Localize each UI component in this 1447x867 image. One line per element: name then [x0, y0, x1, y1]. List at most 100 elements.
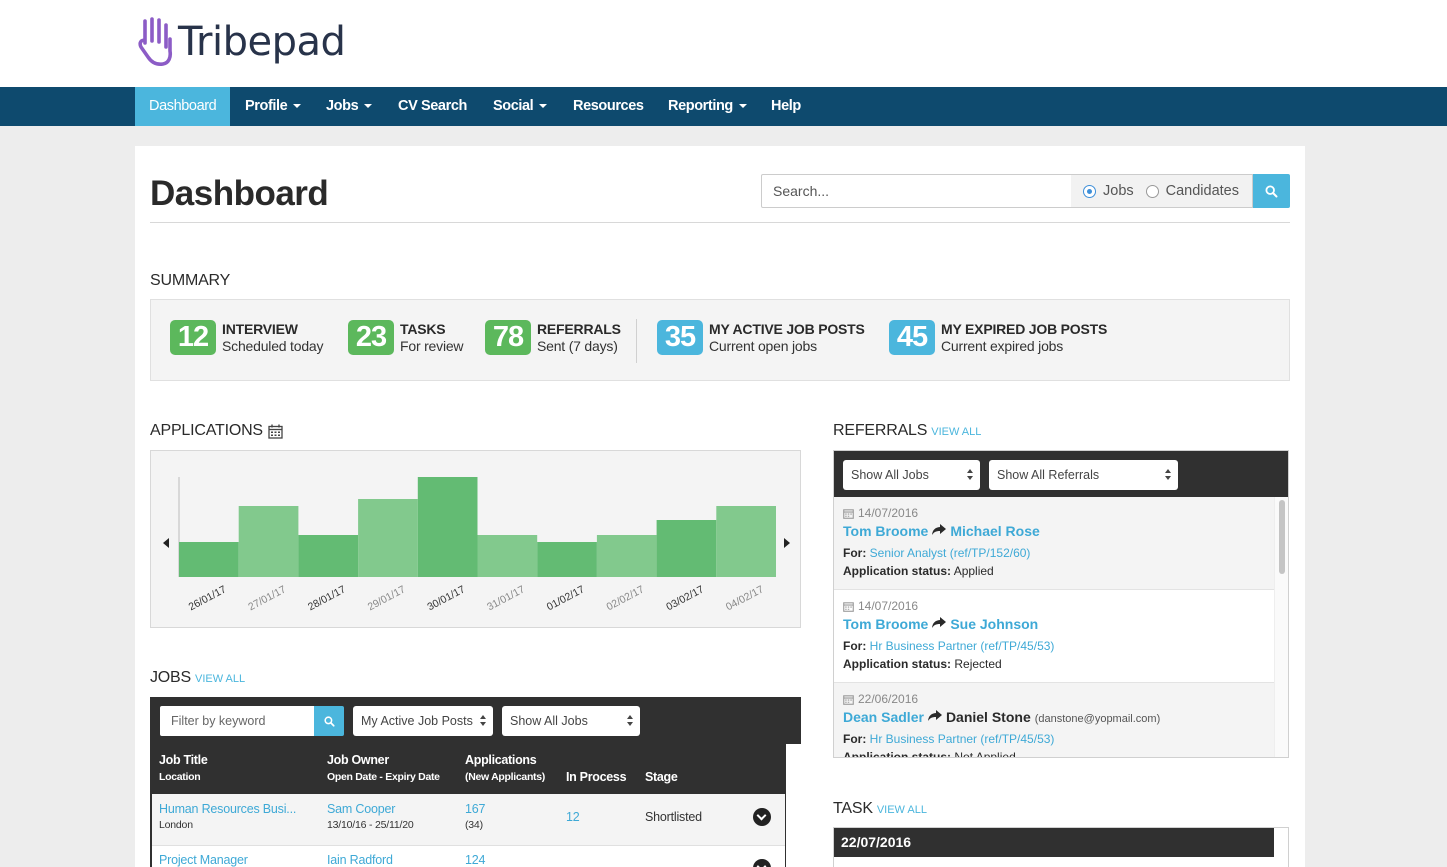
job-owner-link[interactable]: Iain Radford [327, 853, 393, 867]
chevron-down-icon[interactable] [753, 859, 771, 867]
job-filter-input[interactable]: Filter by keyword [160, 706, 315, 736]
select-value: Show All Referrals [997, 468, 1100, 482]
page-title: Dashboard [150, 174, 329, 213]
chart-tick-label: 02/02/17 [605, 583, 647, 613]
chart-bar[interactable] [477, 535, 538, 577]
referral-jobs-select[interactable]: Show All Jobs [843, 460, 980, 490]
col-in-process[interactable]: In Process [566, 770, 627, 784]
table-row[interactable]: Human Resources Busi... London Sam Cooper… [152, 794, 785, 846]
chart-next-arrow-icon[interactable] [784, 538, 790, 548]
stat-value: 45 [889, 320, 935, 355]
nav-reporting[interactable]: Reporting [654, 87, 761, 126]
referral-status: Application status: Rejected [843, 657, 1274, 671]
in-process-link[interactable]: 12 [566, 810, 580, 824]
chart-bar[interactable] [298, 535, 359, 577]
referral-job-link[interactable]: Hr Business Partner (ref/TP/45/53) [870, 639, 1055, 653]
table-row[interactable]: Project Manager Iain Radford 124 [152, 846, 785, 867]
referrer-link[interactable]: Tom Broome [843, 523, 928, 539]
applications-link[interactable]: 167 (34) [465, 802, 485, 831]
nav-resources[interactable]: Resources [559, 87, 658, 126]
job-title[interactable]: Human Resources Busi... [159, 802, 296, 816]
referral-for: For: Senior Analyst (ref/TP/152/60) [843, 546, 1274, 560]
chart-bar[interactable] [179, 542, 239, 577]
applications-count[interactable]: 167 [465, 802, 485, 816]
referrer-link[interactable]: Tom Broome [843, 616, 928, 632]
nav-help[interactable]: Help [757, 87, 815, 126]
chart-prev-arrow-icon[interactable] [163, 538, 169, 548]
select-arrows-icon [1165, 469, 1171, 481]
job-title-link[interactable]: Human Resources Busi... London [159, 802, 296, 831]
chart-bar[interactable] [358, 499, 418, 577]
job-filter-button[interactable] [314, 706, 344, 736]
referral-type-select[interactable]: Show All Referrals [989, 460, 1178, 490]
applications-link[interactable]: 124 [465, 853, 485, 867]
chart-bar[interactable] [537, 542, 597, 577]
nav-cv-search[interactable]: CV Search [384, 87, 481, 126]
stat-referrals[interactable]: 78 REFERRALS Sent (7 days) [485, 320, 621, 355]
share-arrow-icon [932, 524, 947, 535]
chart-bar[interactable] [417, 477, 478, 577]
radio-candidates[interactable] [1145, 184, 1159, 198]
referee-link[interactable]: Michael Rose [950, 523, 1039, 539]
nav-jobs[interactable]: Jobs [312, 87, 386, 126]
stat-tasks[interactable]: 23 TASKS For review [348, 320, 464, 355]
jobs-view-all-link[interactable]: VIEW ALL [195, 673, 245, 685]
referrer-link[interactable]: Dean Sadler [843, 709, 924, 725]
referral-names: Dean Sadler Daniel Stone (danstone@yopmail… [843, 709, 1274, 725]
job-posts-select[interactable]: My Active Job Posts [353, 706, 493, 736]
scrollbar-thumb[interactable] [1279, 500, 1285, 574]
jobs-scrollbar[interactable] [786, 744, 801, 867]
jobs-scope-select[interactable]: Show All Jobs [502, 706, 640, 736]
col-applications[interactable]: Applications (New Applicants) [465, 753, 545, 783]
referral-job-link[interactable]: Senior Analyst (ref/TP/152/60) [870, 546, 1031, 560]
referrals-scrollbar[interactable] [1274, 497, 1288, 757]
nav-dashboard[interactable]: Dashboard [135, 87, 231, 126]
search-button[interactable] [1253, 174, 1290, 208]
search-icon [1265, 184, 1278, 197]
select-value: My Active Job Posts [361, 714, 473, 728]
job-title-link[interactable]: Project Manager [159, 853, 248, 867]
job-stage: Shortlisted [645, 810, 702, 824]
referral-for: For: Hr Business Partner (ref/TP/45/53) [843, 732, 1274, 746]
nav-profile[interactable]: Profile [231, 87, 315, 126]
stat-expired-job-posts[interactable]: 45 MY EXPIRED JOB POSTS Current expired j… [889, 320, 1107, 355]
col-job-title[interactable]: Job Title Location [159, 753, 208, 783]
task-view-all-link[interactable]: VIEW ALL [877, 804, 927, 816]
calendar-icon[interactable] [268, 424, 283, 439]
hand-logo-icon [138, 17, 173, 67]
col-stage[interactable]: Stage [645, 770, 678, 784]
applications-heading: APPLICATIONS [150, 422, 283, 440]
job-owner-link[interactable]: Sam Cooper 13/10/16 - 25/11/20 [327, 802, 414, 831]
search-input[interactable]: Search... [761, 174, 1072, 208]
referral-job-link[interactable]: Hr Business Partner (ref/TP/45/53) [870, 732, 1055, 746]
nav-social[interactable]: Social [479, 87, 561, 126]
status-value: Applied [953, 564, 994, 578]
brand-logo[interactable]: Tribepad [137, 16, 346, 68]
stat-interview[interactable]: 12 INTERVIEW Scheduled today [170, 320, 324, 355]
nav-label: Dashboard [149, 98, 217, 114]
radio-candidates-label[interactable]: Candidates [1166, 183, 1239, 199]
stat-divider [636, 319, 637, 363]
chart-bar[interactable] [716, 506, 776, 577]
chart-tick-label: 26/01/17 [187, 583, 229, 613]
chart-bar[interactable] [656, 520, 717, 577]
stat-title: TASKS [400, 320, 446, 337]
stat-active-job-posts[interactable]: 35 MY ACTIVE JOB POSTS Current open jobs [657, 320, 865, 355]
stat-subtitle: Scheduled today [222, 337, 324, 354]
job-owner[interactable]: Sam Cooper [327, 802, 395, 816]
list-item: 14/07/2016 Tom Broome Michael Rose For: S… [834, 497, 1274, 590]
chart-bar[interactable] [238, 506, 299, 577]
referrals-view-all-link[interactable]: VIEW ALL [931, 426, 981, 438]
chevron-down-icon[interactable] [753, 808, 771, 826]
radio-jobs-label[interactable]: Jobs [1103, 183, 1134, 199]
chart-bar[interactable] [596, 535, 657, 577]
jobs-table-header: Job Title Location Job Owner Open Date - E… [152, 744, 785, 794]
chart-tick-label: 04/02/17 [724, 583, 766, 613]
applications-bar-chart: 26/01/17 27/01/17 28/01/17 29/01/17 30/01/17… [163, 477, 790, 613]
referee-link[interactable]: Sue Johnson [950, 616, 1038, 632]
radio-jobs[interactable] [1083, 184, 1096, 198]
select-value: Show All Jobs [510, 714, 588, 728]
for-label: For: [843, 546, 867, 560]
nav-label: Social [493, 98, 534, 114]
col-job-owner[interactable]: Job Owner Open Date - Expiry Date [327, 753, 440, 783]
